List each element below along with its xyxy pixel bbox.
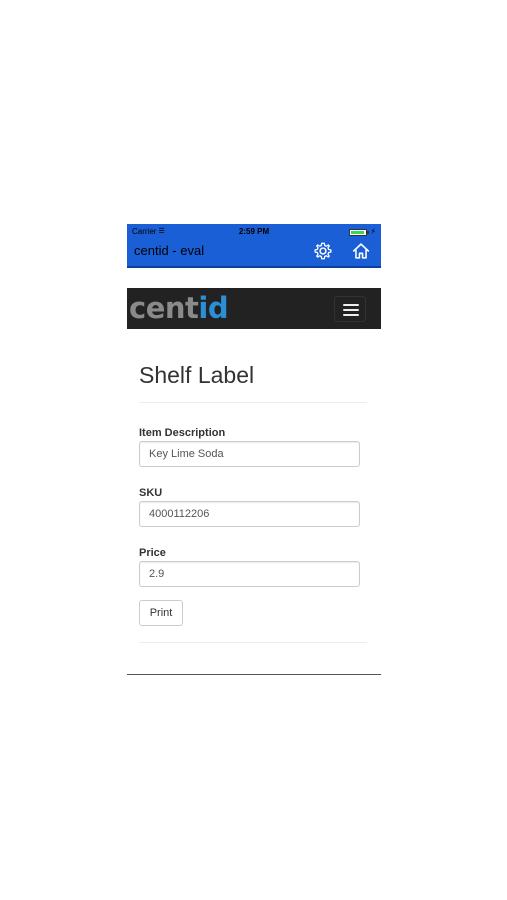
app-screen: Carrier☰ 2:59 PM ⚡ centid - eval centid (127, 224, 381, 675)
print-button[interactable]: Print (139, 600, 183, 626)
form-divider (139, 642, 367, 643)
home-button[interactable] (350, 240, 372, 262)
home-icon (352, 243, 370, 259)
battery-icon (349, 229, 369, 236)
gear-icon (314, 242, 332, 260)
item-description-input[interactable] (139, 441, 360, 467)
settings-button[interactable] (312, 240, 334, 262)
sku-input[interactable] (139, 501, 360, 527)
app-header: Carrier ☰ 2:59 PM ⚡ centid - eval (127, 224, 381, 268)
status-time: 2:59 PM (238, 227, 270, 236)
title-divider (139, 402, 367, 403)
brand-logo[interactable]: centid (129, 291, 229, 325)
page-bottom-border (127, 674, 381, 675)
status-bar: Carrier ☰ 2:59 PM ⚡ (127, 224, 381, 240)
brand-navbar: centid (127, 288, 381, 329)
item-description-label: Item Description (139, 427, 226, 439)
price-input[interactable] (139, 561, 360, 587)
menu-toggle-button[interactable] (334, 296, 366, 322)
app-title: centid - eval (134, 243, 205, 258)
price-label: Price (139, 547, 166, 559)
charging-icon: ⚡ (370, 227, 376, 236)
sku-label: SKU (139, 487, 163, 499)
page-title: Shelf Label (139, 362, 255, 388)
